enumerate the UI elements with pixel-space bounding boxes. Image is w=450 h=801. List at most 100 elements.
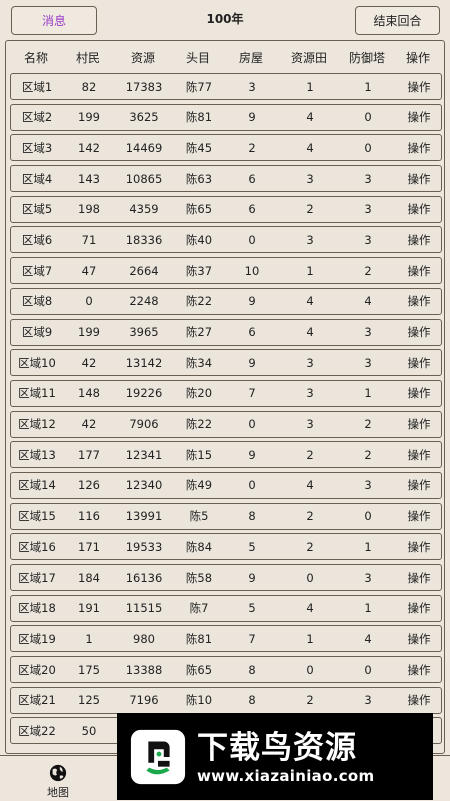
row-action-button[interactable]: 操作 <box>395 171 443 187</box>
cell-fields: 2 <box>306 447 314 462</box>
cell-leader: 陈58 <box>185 570 213 585</box>
cell-resources: 2664 <box>129 263 159 278</box>
cell-houses: 8 <box>248 662 256 677</box>
tab-map[interactable]: 地图 <box>13 756 103 801</box>
cell-villagers: 1 <box>85 631 93 646</box>
row-action-button[interactable]: 操作 <box>395 570 443 586</box>
row-action-button[interactable]: 操作 <box>395 508 443 524</box>
cell-towers: 3 <box>364 232 372 247</box>
row-action-button[interactable]: 操作 <box>395 140 443 156</box>
cell-name: 区域14 <box>18 478 56 493</box>
cell-towers: 0 <box>364 509 372 524</box>
cell-villagers: 175 <box>78 662 100 677</box>
table-row: 区域7 47 2664 陈37 10 1 2 操作 <box>10 257 443 285</box>
cell-name: 区域10 <box>18 355 56 370</box>
cell-leader: 陈81 <box>185 110 213 125</box>
cell-villagers: 142 <box>78 140 100 155</box>
cell-fields: 1 <box>306 263 314 278</box>
cell-houses: 2 <box>248 140 256 155</box>
cell-leader: 陈65 <box>185 662 213 677</box>
cell-towers: 3 <box>364 693 372 708</box>
cell-name: 区域7 <box>21 263 53 278</box>
cell-leader: 陈77 <box>185 79 213 94</box>
cell-towers: 3 <box>364 478 372 493</box>
cell-resources: 13142 <box>125 355 163 370</box>
header-col-villagers: 村民 <box>75 50 100 65</box>
cell-fields: 0 <box>306 662 314 677</box>
cell-resources: 18336 <box>125 232 163 247</box>
row-action-button[interactable]: 操作 <box>395 263 443 279</box>
cell-towers: 4 <box>364 294 372 309</box>
cell-fields: 4 <box>306 325 314 339</box>
row-action-button[interactable]: 操作 <box>395 232 443 248</box>
table-row: 区域2 199 3625 陈81 9 4 0 操作 <box>10 103 443 131</box>
globe-icon <box>49 764 67 782</box>
table-row: 区域21 125 7196 陈10 8 2 3 操作 <box>10 686 443 714</box>
cell-leader: 陈49 <box>185 478 213 493</box>
cell-towers: 0 <box>364 662 372 677</box>
row-action-button[interactable]: 操作 <box>395 447 443 463</box>
table-row: 区域8 0 2248 陈22 9 4 4 操作 <box>10 287 443 315</box>
cell-houses: 9 <box>248 110 256 125</box>
cell-resources: 19533 <box>125 539 163 554</box>
cell-towers: 0 <box>364 140 372 155</box>
cell-leader: 陈5 <box>189 509 209 524</box>
cell-villagers: 0 <box>85 294 93 309</box>
cell-towers: 2 <box>364 263 372 278</box>
header-col-resources: 资源 <box>130 50 155 65</box>
cell-villagers: 71 <box>81 232 97 247</box>
row-action-button[interactable]: 操作 <box>395 79 443 95</box>
table-header: 名称 村民 资源 头目 房屋 资源田 防御塔 操作 <box>10 41 442 73</box>
cell-resources: 17383 <box>125 79 163 94</box>
row-action-button[interactable]: 操作 <box>395 662 443 678</box>
row-action-button[interactable]: 操作 <box>395 355 443 371</box>
cell-towers: 1 <box>364 601 372 616</box>
header-col-houses: 房屋 <box>238 50 263 65</box>
cell-resources: 12340 <box>125 478 163 493</box>
end-turn-button[interactable]: 结束回合 <box>355 6 440 35</box>
cell-resources: 13991 <box>125 509 163 524</box>
cell-houses: 0 <box>248 478 256 493</box>
cell-name: 区域5 <box>21 202 53 217</box>
row-action-button[interactable]: 操作 <box>395 416 443 432</box>
cell-fields: 1 <box>306 631 314 646</box>
row-action-button[interactable]: 操作 <box>395 477 443 493</box>
cell-name: 区域18 <box>18 601 56 616</box>
cell-name: 区域3 <box>21 140 53 155</box>
row-action-button[interactable]: 操作 <box>395 385 443 401</box>
row-action-button[interactable]: 操作 <box>395 539 443 555</box>
cell-leader: 陈20 <box>185 386 213 401</box>
cell-houses: 7 <box>248 386 256 401</box>
row-action-button[interactable]: 操作 <box>395 600 443 616</box>
table-row: 区域13 177 12341 陈15 9 2 2 操作 <box>10 441 443 469</box>
cell-villagers: 116 <box>78 509 100 524</box>
cell-name: 区域6 <box>21 232 53 247</box>
cell-leader: 陈7 <box>189 601 209 616</box>
row-action-button[interactable]: 操作 <box>395 631 443 647</box>
message-button[interactable]: 消息 <box>11 6 97 35</box>
cell-towers: 3 <box>364 570 372 585</box>
row-action-button[interactable]: 操作 <box>395 201 443 217</box>
cell-fields: 3 <box>306 386 314 401</box>
cell-name: 区域13 <box>18 447 56 462</box>
region-table: 名称 村民 资源 头目 房屋 资源田 防御塔 操作 区域1 82 17383 陈77 3 1 1 操作 区域2… <box>5 40 445 754</box>
cell-towers: 2 <box>364 447 372 462</box>
cell-resources: 12341 <box>125 447 163 462</box>
cell-name: 区域9 <box>21 325 53 339</box>
table-row: 区域18 191 11515 陈7 5 4 1 操作 <box>10 594 443 622</box>
cell-resources: 10865 <box>125 171 163 186</box>
row-action-button[interactable]: 操作 <box>395 324 443 340</box>
cell-houses: 10 <box>244 263 260 278</box>
cell-villagers: 191 <box>78 601 100 616</box>
row-action-button[interactable]: 操作 <box>395 692 443 708</box>
cell-villagers: 82 <box>81 79 97 94</box>
cell-fields: 3 <box>306 232 314 247</box>
cell-towers: 1 <box>364 539 372 554</box>
year-label: 100年 <box>206 12 244 26</box>
cell-name: 区域22 <box>18 723 56 738</box>
cell-villagers: 199 <box>78 325 100 339</box>
cell-fields: 2 <box>306 509 314 524</box>
row-action-button[interactable]: 操作 <box>395 293 443 309</box>
row-action-button[interactable]: 操作 <box>395 109 443 125</box>
cell-leader: 陈15 <box>185 447 213 462</box>
